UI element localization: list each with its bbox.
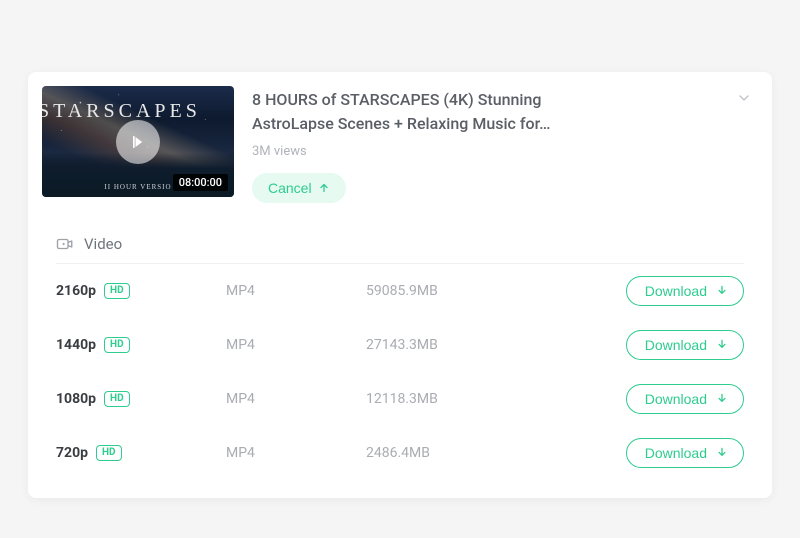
download-label: Download bbox=[645, 283, 707, 299]
video-thumbnail[interactable]: STARSCAPES II HOUR VERSIO 08:00:00 bbox=[42, 86, 234, 197]
video-views: 3M views bbox=[252, 144, 756, 159]
download-label: Download bbox=[645, 337, 707, 353]
resolution-cell: 1440p HD bbox=[56, 337, 226, 353]
play-icon[interactable] bbox=[116, 120, 160, 164]
video-info: 8 HOURS of STARSCAPES (4K) Stunning Astr… bbox=[252, 86, 756, 203]
hd-badge: HD bbox=[104, 283, 130, 299]
video-header: STARSCAPES II HOUR VERSIO 08:00:00 8 HOU… bbox=[28, 72, 772, 221]
hd-badge: HD bbox=[104, 391, 130, 407]
format-cell: MP4 bbox=[226, 391, 366, 407]
table-row: 1080p HD MP4 12118.3MB Download bbox=[56, 372, 744, 426]
table-row: 1440p HD MP4 27143.3MB Download bbox=[56, 318, 744, 372]
formats-table: 2160p HD MP4 59085.9MB Download 1440p bbox=[56, 264, 744, 480]
format-cell: MP4 bbox=[226, 337, 366, 353]
size-cell: 2486.4MB bbox=[366, 445, 626, 461]
video-formats-section: Video 2160p HD MP4 59085.9MB Download bbox=[28, 221, 772, 498]
collapse-toggle[interactable] bbox=[736, 90, 752, 110]
duration-badge: 08:00:00 bbox=[173, 174, 228, 191]
download-icon bbox=[715, 446, 729, 460]
format-cell: MP4 bbox=[226, 283, 366, 299]
resolution-cell: 1080p HD bbox=[56, 391, 226, 407]
resolution-cell: 720p HD bbox=[56, 445, 226, 461]
size-cell: 27143.3MB bbox=[366, 337, 626, 353]
format-cell: MP4 bbox=[226, 445, 366, 461]
resolution-value: 1080p bbox=[56, 391, 96, 407]
section-heading: Video bbox=[84, 235, 122, 253]
video-title: 8 HOURS of STARSCAPES (4K) Stunning Astr… bbox=[252, 88, 756, 136]
hd-badge: HD bbox=[104, 337, 130, 353]
download-icon bbox=[715, 338, 729, 352]
video-title-line2: AstroLapse Scenes + Relaxing Music for… bbox=[252, 114, 550, 133]
cancel-label: Cancel bbox=[268, 180, 312, 196]
download-label: Download bbox=[645, 445, 707, 461]
size-cell: 59085.9MB bbox=[366, 283, 626, 299]
chevron-down-icon bbox=[736, 90, 752, 106]
resolution-cell: 2160p HD bbox=[56, 283, 226, 299]
download-button[interactable]: Download bbox=[626, 276, 744, 306]
arrow-up-icon bbox=[318, 182, 330, 194]
thumbnail-subtitle: II HOUR VERSIO bbox=[104, 183, 171, 191]
hd-badge: HD bbox=[96, 445, 122, 461]
video-card: STARSCAPES II HOUR VERSIO 08:00:00 8 HOU… bbox=[28, 72, 772, 498]
table-row: 2160p HD MP4 59085.9MB Download bbox=[56, 264, 744, 318]
size-cell: 12118.3MB bbox=[366, 391, 626, 407]
video-title-line1: 8 HOURS of STARSCAPES (4K) Stunning bbox=[252, 90, 541, 109]
download-button[interactable]: Download bbox=[626, 330, 744, 360]
video-icon bbox=[56, 235, 74, 253]
download-button[interactable]: Download bbox=[626, 438, 744, 468]
resolution-value: 2160p bbox=[56, 283, 96, 299]
cancel-button[interactable]: Cancel bbox=[252, 173, 346, 203]
resolution-value: 720p bbox=[56, 445, 88, 461]
download-label: Download bbox=[645, 391, 707, 407]
download-icon bbox=[715, 392, 729, 406]
download-button[interactable]: Download bbox=[626, 384, 744, 414]
table-row: 720p HD MP4 2486.4MB Download bbox=[56, 426, 744, 480]
download-icon bbox=[715, 284, 729, 298]
section-heading-row: Video bbox=[56, 231, 744, 264]
resolution-value: 1440p bbox=[56, 337, 96, 353]
